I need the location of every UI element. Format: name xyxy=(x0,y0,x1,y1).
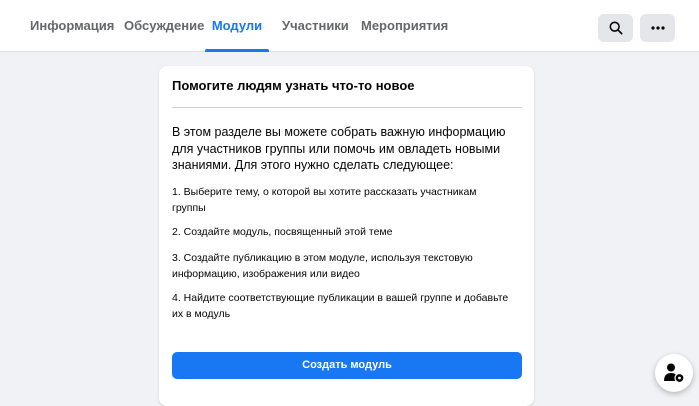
search-icon xyxy=(609,21,623,35)
card-intro-text: В этом разделе вы можете собрать важную … xyxy=(172,125,506,172)
group-nav-bar: Информация Обсуждение Модули Участники М… xyxy=(0,0,699,52)
active-tab-indicator xyxy=(205,49,269,52)
tab-info-label: Информация xyxy=(30,18,115,33)
more-icon xyxy=(650,26,665,30)
tab-events-label: Мероприятия xyxy=(361,18,449,33)
more-button[interactable] xyxy=(640,14,675,42)
tab-members[interactable]: Участники xyxy=(282,0,349,52)
card-title: Помогите людям узнать что-то новое xyxy=(172,78,415,93)
create-unit-button[interactable]: Создать модуль xyxy=(172,352,522,379)
tab-info[interactable]: Информация xyxy=(30,0,114,52)
members-fab-button[interactable] xyxy=(655,354,693,392)
step-item: 2. Создайте модуль, посвященный этой тем… xyxy=(172,226,393,238)
step-item: 4. Найдите соответствующие публикации в … xyxy=(172,292,509,320)
tab-discussion-label: Обсуждение xyxy=(124,18,205,33)
card-divider xyxy=(172,107,522,108)
tab-members-label: Участники xyxy=(282,18,349,33)
tab-units[interactable]: Модули xyxy=(205,0,269,52)
units-intro-card: Помогите людям узнать что-то новое В это… xyxy=(159,66,534,406)
members-icon xyxy=(664,363,685,384)
tab-events[interactable]: Мероприятия xyxy=(361,0,448,52)
tab-discussion[interactable]: Обсуждение xyxy=(124,0,204,52)
step-item: 1. Выберите тему, о которой вы хотите ра… xyxy=(172,186,477,214)
search-button[interactable] xyxy=(598,14,633,42)
step-item: 3. Создайте публикацию в этом модуле, ис… xyxy=(172,252,473,280)
tab-units-label: Модули xyxy=(211,18,263,33)
